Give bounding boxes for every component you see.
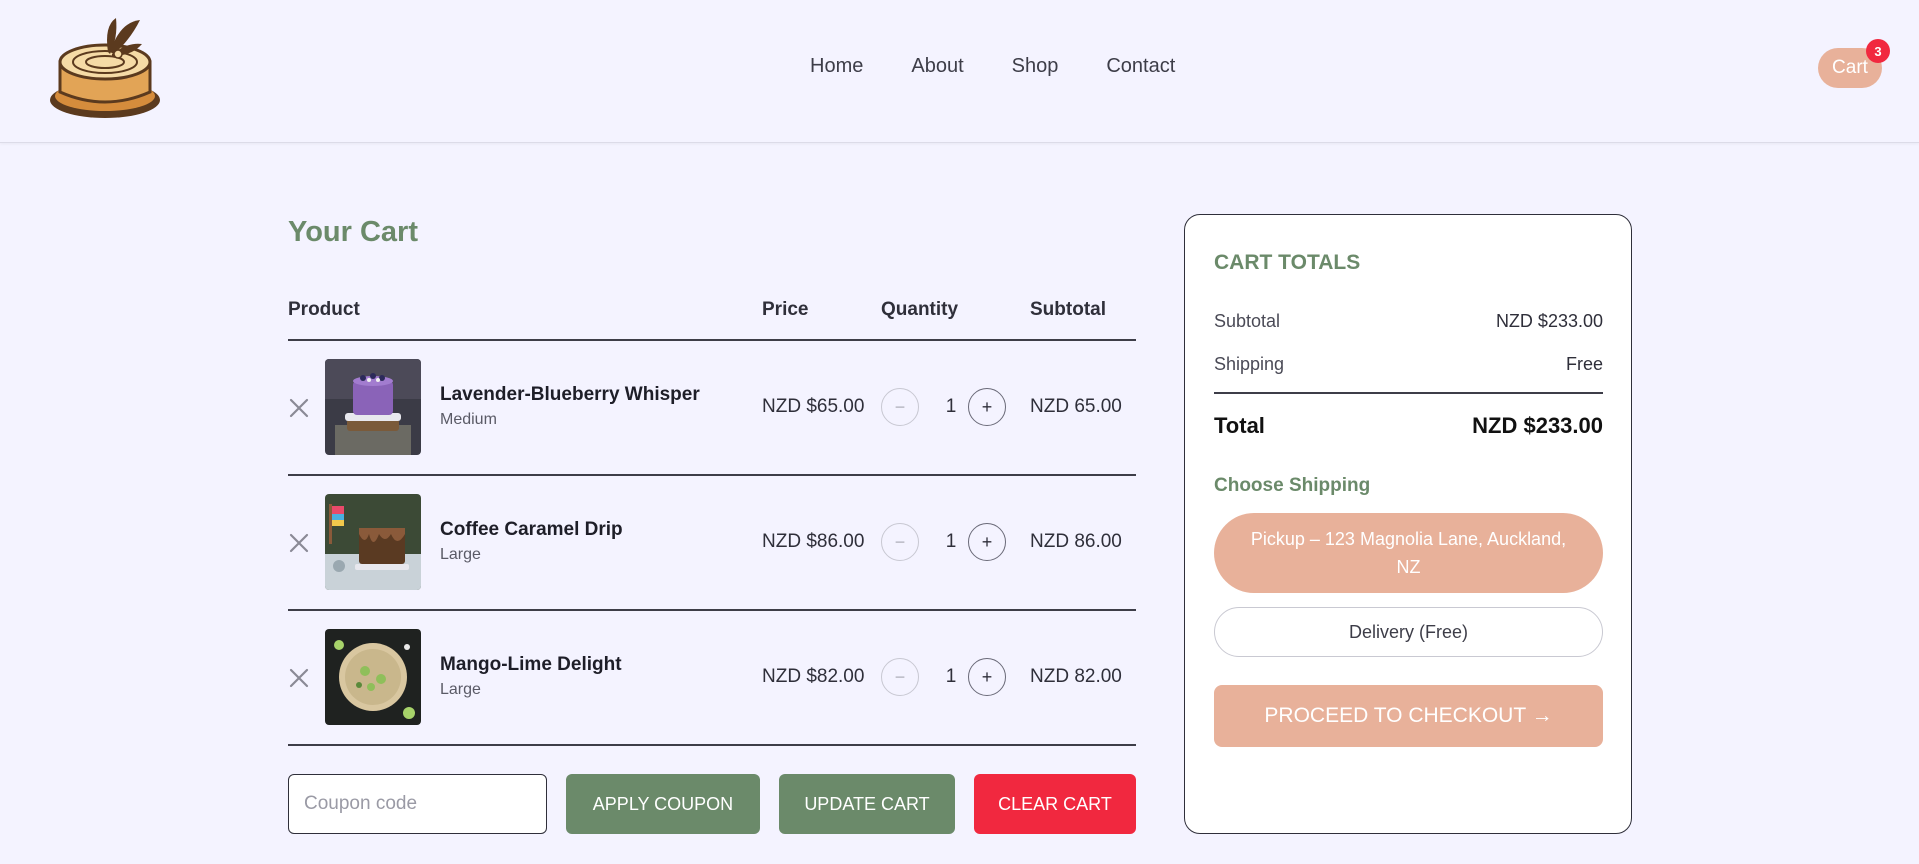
remove-item-icon[interactable] xyxy=(288,532,310,554)
column-header-quantity: Quantity xyxy=(881,299,959,320)
column-header-price: Price xyxy=(762,299,809,320)
quantity-decrease-button[interactable]: − xyxy=(881,658,919,696)
quantity-value: 1 xyxy=(945,531,957,552)
product-subtotal: NZD 82.00 xyxy=(1030,666,1122,687)
quantity-decrease-button[interactable]: − xyxy=(881,388,919,426)
product-size: Large xyxy=(440,546,481,563)
product-size: Medium xyxy=(440,411,497,428)
quantity-decrease-button[interactable]: − xyxy=(881,523,919,561)
cake-logo-icon[interactable] xyxy=(48,16,162,120)
proceed-to-checkout-button[interactable]: PROCEED TO CHECKOUT → xyxy=(1214,685,1603,747)
quantity-value: 1 xyxy=(945,666,957,687)
product-name[interactable]: Mango-Lime Delight xyxy=(440,654,622,676)
nav-contact[interactable]: Contact xyxy=(1106,55,1175,78)
product-price: NZD $65.00 xyxy=(762,396,865,417)
quantity-increase-button[interactable]: + xyxy=(968,388,1006,426)
product-name[interactable]: Coffee Caramel Drip xyxy=(440,519,623,541)
apply-coupon-button[interactable]: APPLY COUPON xyxy=(566,774,760,834)
remove-item-icon[interactable] xyxy=(288,667,310,689)
quantity-value: 1 xyxy=(945,396,957,417)
column-header-subtotal: Subtotal xyxy=(1030,299,1106,320)
totals-divider xyxy=(1214,392,1603,394)
subtotal-row: Subtotal NZD $233.00 xyxy=(1214,311,1603,332)
nav-shop[interactable]: Shop xyxy=(1012,55,1059,78)
cart-row: Mango-Lime Delight Large NZD $82.00 − 1 … xyxy=(288,610,1136,745)
product-image-purple-cake[interactable] xyxy=(325,359,421,455)
subtotal-label: Subtotal xyxy=(1214,311,1281,331)
choose-shipping-label: Choose Shipping xyxy=(1214,475,1371,496)
update-cart-button[interactable]: UPDATE CART xyxy=(779,774,955,834)
shipping-value: Free xyxy=(1565,354,1603,374)
cart-row: Coffee Caramel Drip Large NZD $86.00 − 1… xyxy=(288,475,1136,610)
product-size: Large xyxy=(440,681,481,698)
column-header-product: Product xyxy=(288,299,360,320)
total-row: Total NZD $233.00 xyxy=(1214,413,1603,439)
subtotal-value: NZD $233.00 xyxy=(1495,311,1603,331)
quantity-increase-button[interactable]: + xyxy=(968,523,1006,561)
product-name[interactable]: Lavender-Blueberry Whisper xyxy=(440,384,700,406)
cart-row: Lavender-Blueberry Whisper Medium NZD $6… xyxy=(288,340,1136,475)
product-subtotal: NZD 86.00 xyxy=(1030,531,1122,552)
shipping-row: Shipping Free xyxy=(1214,354,1603,375)
product-price: NZD $86.00 xyxy=(762,531,865,552)
nav-home[interactable]: Home xyxy=(810,55,863,78)
shipping-label: Shipping xyxy=(1214,354,1285,374)
cart-totals-title: CART TOTALS xyxy=(1214,251,1361,274)
product-image-drip-cake[interactable] xyxy=(325,494,421,590)
product-price: NZD $82.00 xyxy=(762,666,865,687)
shipping-option-delivery[interactable]: Delivery (Free) xyxy=(1214,607,1603,657)
cart-count-badge: 3 xyxy=(1866,39,1890,63)
table-divider xyxy=(288,744,1136,746)
clear-cart-button[interactable]: CLEAR CART xyxy=(974,774,1136,834)
coupon-code-input[interactable] xyxy=(288,774,547,834)
product-image-lime-tart[interactable] xyxy=(325,629,421,725)
nav-about[interactable]: About xyxy=(911,55,963,78)
page-title: Your Cart xyxy=(288,216,418,248)
main-nav: Home About Shop Contact xyxy=(810,55,1175,78)
cart-totals-panel: CART TOTALS Subtotal NZD $233.00 Shippin… xyxy=(1184,214,1632,834)
remove-item-icon[interactable] xyxy=(288,397,310,419)
total-label: Total xyxy=(1214,413,1265,438)
product-subtotal: NZD 65.00 xyxy=(1030,396,1122,417)
total-value: NZD $233.00 xyxy=(1472,413,1603,438)
shipping-option-pickup[interactable]: Pickup – 123 Magnolia Lane, Auckland, NZ xyxy=(1214,513,1603,593)
site-header: Home About Shop Contact Cart 3 xyxy=(0,0,1919,143)
quantity-increase-button[interactable]: + xyxy=(968,658,1006,696)
